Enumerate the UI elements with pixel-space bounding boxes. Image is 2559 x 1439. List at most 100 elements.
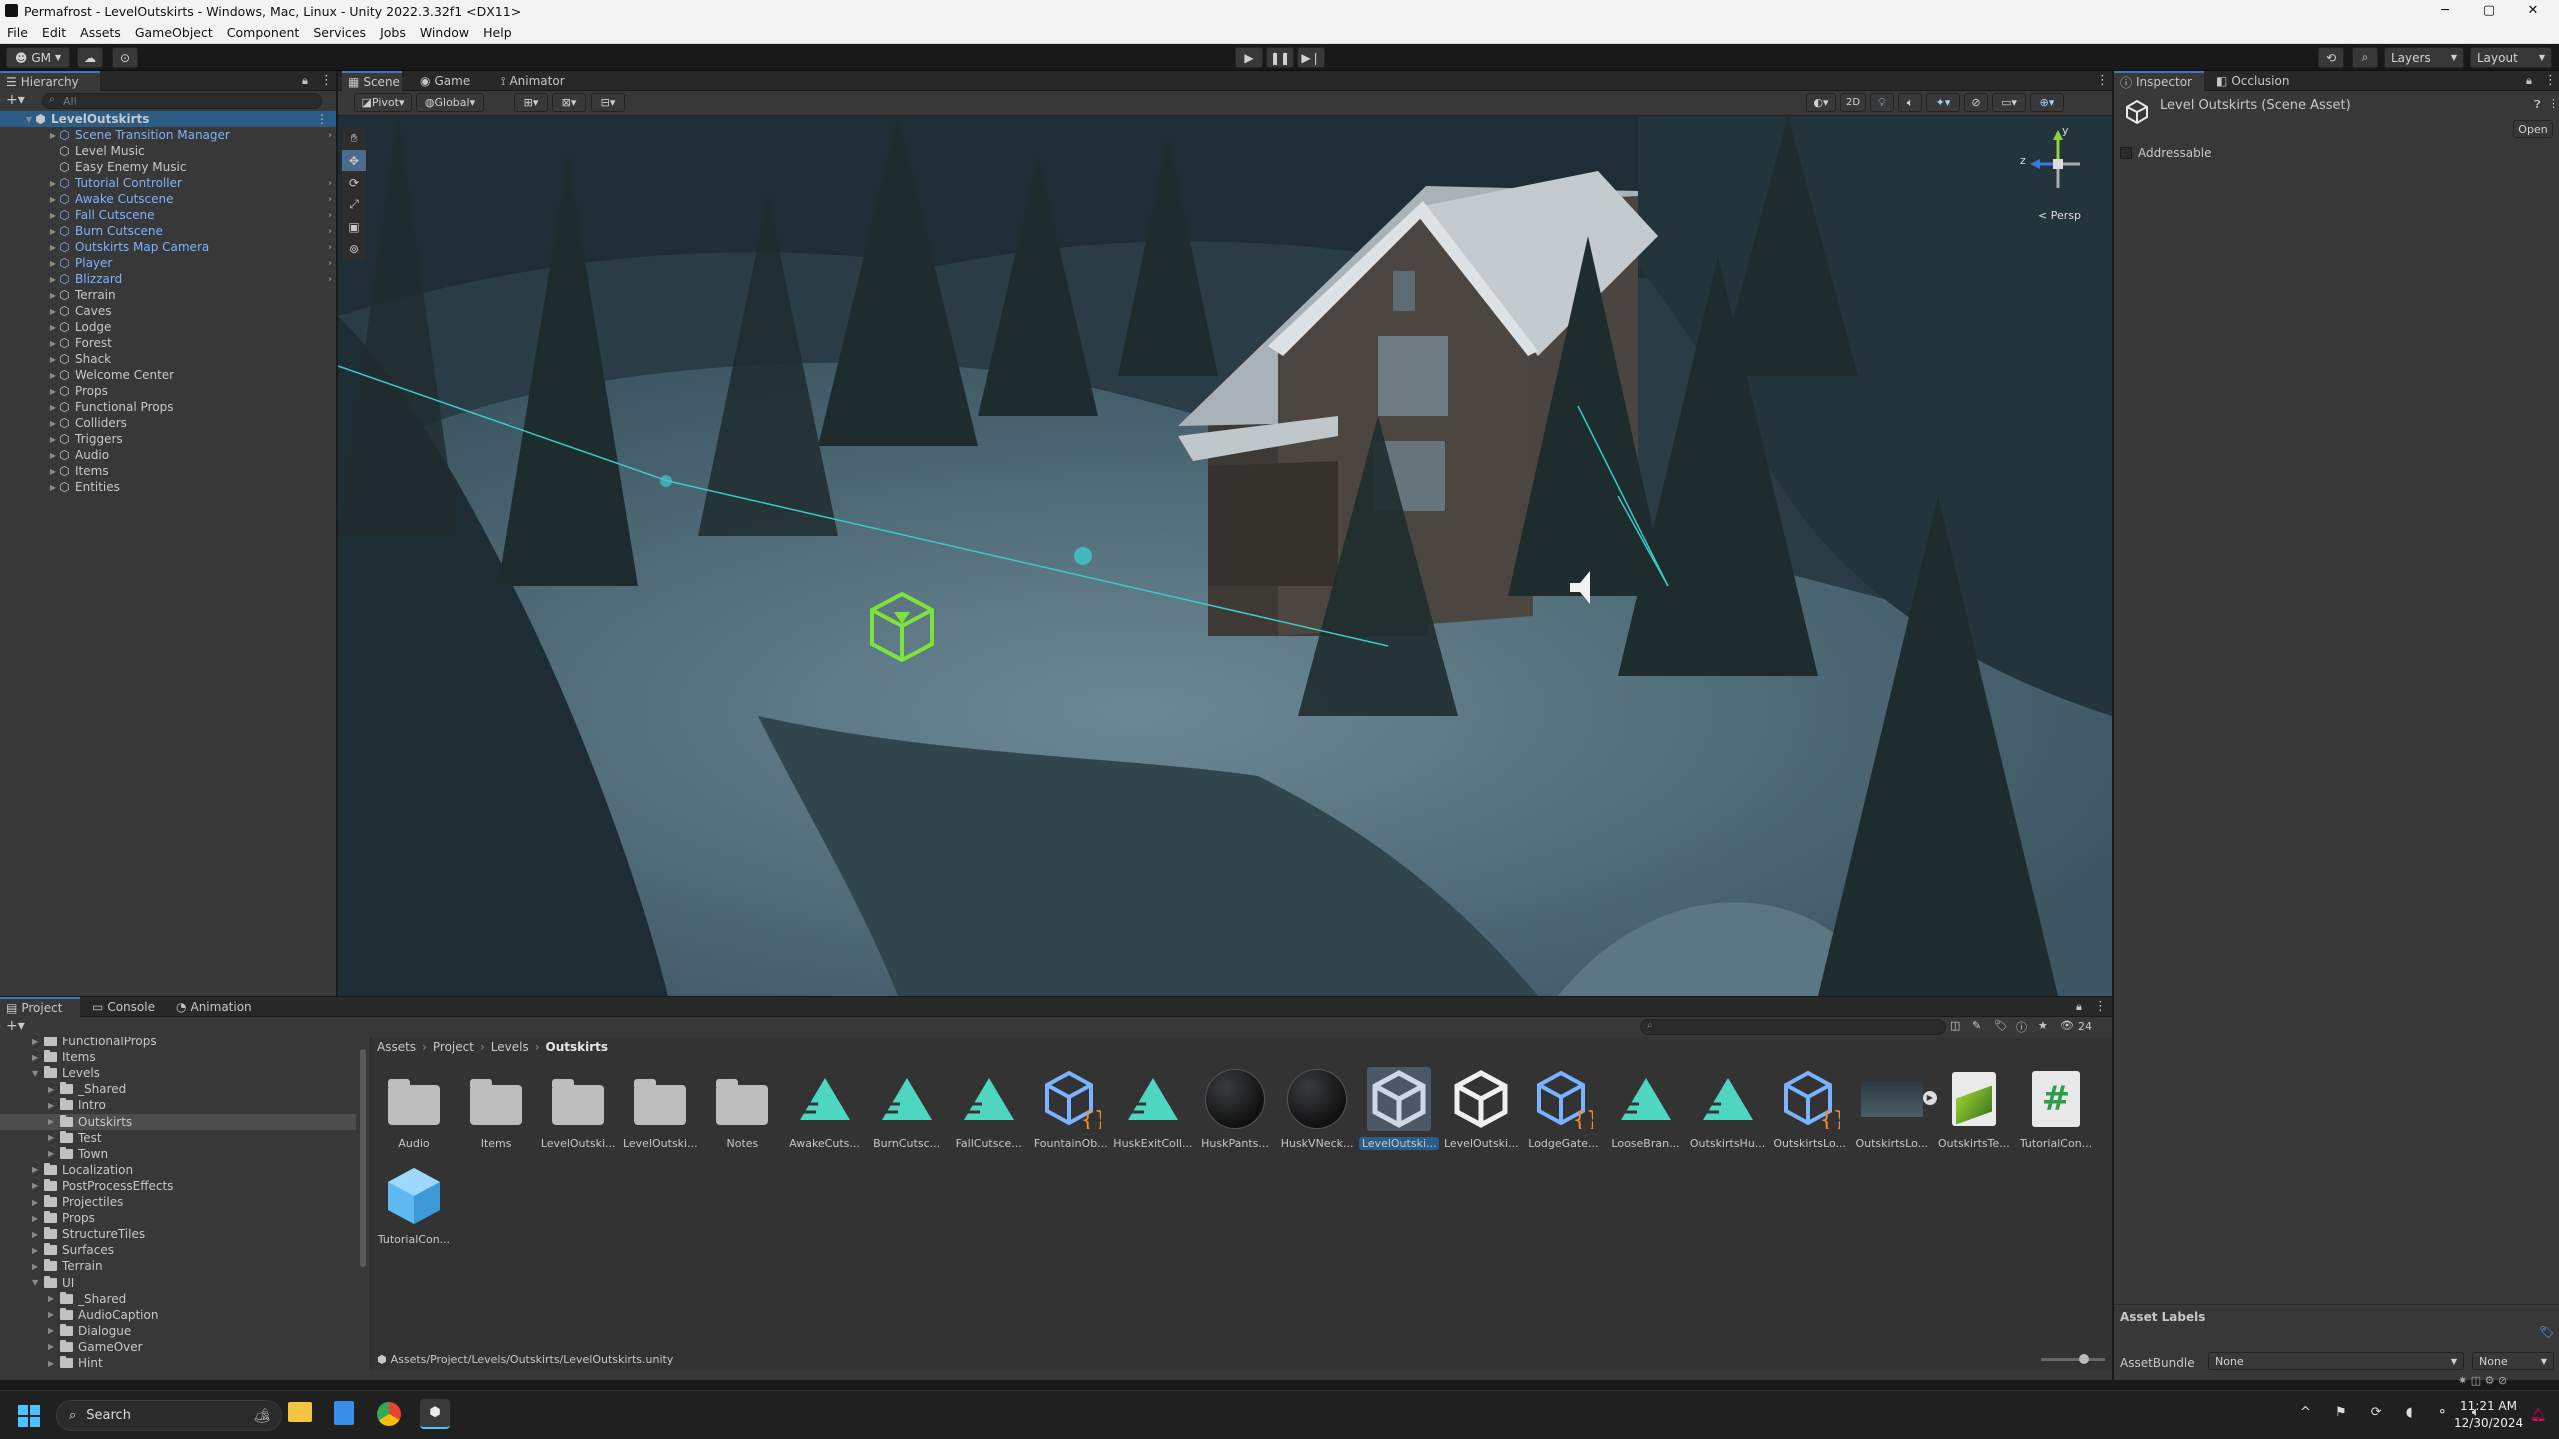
zoom-slider[interactable] [2041,1354,2105,1364]
menu-services[interactable]: Services [306,25,373,40]
expand-arrow-icon[interactable]: ▶ [48,211,58,220]
project-tree-item[interactable]: ▶ PostProcessEffects [0,1178,356,1194]
search-by-type-icon[interactable]: ◫ [1950,1019,1960,1032]
project-tree-item[interactable]: ▶ Hint [0,1355,356,1370]
expand-arrow-icon[interactable]: ▶ [32,1230,44,1239]
unity-taskbar-icon[interactable]: ⬢ [420,1399,450,1429]
menu-jobs[interactable]: Jobs [373,25,413,40]
log-icon[interactable]: ⓘ [2016,1019,2027,1035]
notification-icon[interactable]: 🔔︎ [2530,1408,2547,1423]
asset-item[interactable]: HuskExitColl... [1113,1067,1193,1159]
lock-icon[interactable]: 🔒︎ [302,74,308,88]
asset-item[interactable]: HuskPants... [1195,1067,1275,1159]
project-tree-item[interactable]: ▶ Intro [0,1097,356,1113]
project-tree-item[interactable]: ▶ Localization [0,1162,356,1178]
project-tree-item[interactable]: ▼ Levels [0,1065,356,1081]
asset-item[interactable]: Audio [374,1067,454,1159]
hierarchy-item[interactable]: ▶ ⬡ Burn Cutscene › [0,223,336,239]
expand-arrow-icon[interactable]: ▶ [48,403,58,412]
hierarchy-item[interactable]: ▶ ⬡ Terrain [0,287,336,303]
expand-arrow-icon[interactable]: ▶ [48,131,58,140]
orientation-gizmo[interactable]: y z [2018,124,2098,204]
menu-help[interactable]: Help [476,25,519,40]
effects-dropdown[interactable]: ✦▾ [1926,93,1960,112]
scale-tool-button[interactable]: ⤢ [342,194,366,215]
project-tree-item[interactable]: ▶ Projectiles [0,1194,356,1210]
menu-edit[interactable]: Edit [35,25,73,40]
tab-game[interactable]: ◉ Game [414,71,476,91]
expand-arrow-icon[interactable]: ▶ [48,243,58,252]
hierarchy-item[interactable]: ▶ ⬡ Awake Cutscene › [0,191,336,207]
project-search-input[interactable]: ⌕ [1640,1019,1946,1035]
project-tree-item[interactable]: ▶ AudioCaption [0,1307,356,1323]
expand-arrow-icon[interactable]: ▶ [48,419,58,428]
asset-item[interactable]: FallCutsce... [949,1067,1029,1159]
settings-icon[interactable]: ⋮ [2548,97,2559,110]
more-icon[interactable]: ⋮ [2096,73,2109,88]
expand-arrow-icon[interactable]: ▶ [48,1133,60,1142]
close-button[interactable]: ✕ [2510,0,2556,22]
asset-item[interactable]: ▶ OutskirtsTe... [1934,1067,2014,1159]
hierarchy-item[interactable]: ▶ ⬡ Blizzard › [0,271,336,287]
tab-inspector[interactable]: ⓘ Inspector [2114,71,2204,91]
expand-arrow-icon[interactable]: ▶ [48,1342,60,1351]
hierarchy-item[interactable]: ▶ ⬡ Functional Props [0,399,336,415]
chevron-right-icon[interactable]: › [328,226,332,237]
chevron-right-icon[interactable]: › [328,242,332,253]
chevron-right-icon[interactable]: › [328,258,332,269]
lock-icon[interactable]: 🔒︎ [2076,1000,2082,1014]
more-icon[interactable]: ⋮ [316,112,328,126]
expand-arrow-icon[interactable]: ▶ [48,467,58,476]
increment-snap-button[interactable]: ⊠▾ [552,93,586,112]
global-dropdown[interactable]: ◍ Global ▾ [416,93,484,112]
asset-item[interactable]: LevelOutski... [1359,1067,1440,1159]
hierarchy-item[interactable]: ▶ ⬡ Shack [0,351,336,367]
asset-item[interactable]: LooseBran... [1606,1067,1686,1159]
tab-project[interactable]: ▤ Project [0,997,80,1017]
hierarchy-item[interactable]: ▶ ⬡ Caves [0,303,336,319]
favorite-icon[interactable]: ★ [2038,1019,2048,1032]
expand-arrow-icon[interactable]: ▼ [32,1069,44,1078]
tab-scene[interactable]: ▦ Scene [342,71,402,91]
hierarchy-item[interactable]: ▶ ⬡ Audio [0,447,336,463]
expand-arrow-icon[interactable]: ▶ [48,323,58,332]
expand-arrow-icon[interactable]: ▶ [48,275,58,284]
hierarchy-search-input[interactable]: ⌕ All [42,93,322,109]
expand-arrow-icon[interactable]: ▶ [48,435,58,444]
chevron-right-icon[interactable]: › [328,210,332,221]
tab-hierarchy[interactable]: ☰ Hierarchy [0,71,100,91]
asset-item[interactable]: {} LodgeGate... [1523,1067,1603,1159]
project-tree-item[interactable]: ▶ _Shared [0,1081,356,1097]
expand-arrow-icon[interactable]: ▶ [48,339,58,348]
project-tree-item[interactable]: ▶ Test [0,1130,356,1146]
hierarchy-item[interactable]: ⬡ Easy Enemy Music [0,159,336,175]
project-tree-item[interactable]: ▶ Props [0,1210,356,1226]
minimize-button[interactable]: ─ [2422,0,2468,22]
lighting-toggle[interactable]: 💡︎ [1870,93,1894,112]
asset-item[interactable]: LevelOutski... [538,1067,618,1159]
tab-occlusion[interactable]: ◧ Occlusion [2210,71,2295,91]
asset-item[interactable]: AwakeCuts... [785,1067,865,1159]
menu-component[interactable]: Component [220,25,307,40]
tab-animator[interactable]: ⟟ Animator [495,71,571,91]
add-object-button[interactable]: +▾ [6,92,25,108]
expand-arrow-icon[interactable]: ▶ [48,1101,60,1110]
tab-console[interactable]: ▭ Console [86,997,161,1017]
menu-window[interactable]: Window [413,25,476,40]
expand-arrow-icon[interactable]: ▶ [48,1149,60,1158]
asset-item[interactable]: BurnCutsc... [867,1067,947,1159]
search-button[interactable]: ⌕ [2352,47,2378,68]
hierarchy-item[interactable]: ▶ ⬡ Entities [0,479,336,495]
expand-arrow-icon[interactable]: ▶ [48,451,58,460]
project-tree-item[interactable]: ▶ Outskirts [0,1113,356,1130]
pivot-dropdown[interactable]: ◪ Pivot ▾ [354,93,412,112]
snap-settings-button[interactable]: ⊟▾ [591,93,625,112]
expand-arrow-icon[interactable]: ▶ [32,1262,44,1271]
pause-button[interactable]: ❚❚ [1266,47,1294,68]
maximize-button[interactable]: ▢ [2466,0,2512,22]
expand-arrow-icon[interactable]: ▶ [32,1181,44,1190]
expand-arrow-icon[interactable]: ▶ [48,195,58,204]
chrome-icon[interactable] [377,1402,401,1426]
menu-assets[interactable]: Assets [73,25,128,40]
project-tree-item[interactable]: ▼ UI [0,1275,356,1291]
